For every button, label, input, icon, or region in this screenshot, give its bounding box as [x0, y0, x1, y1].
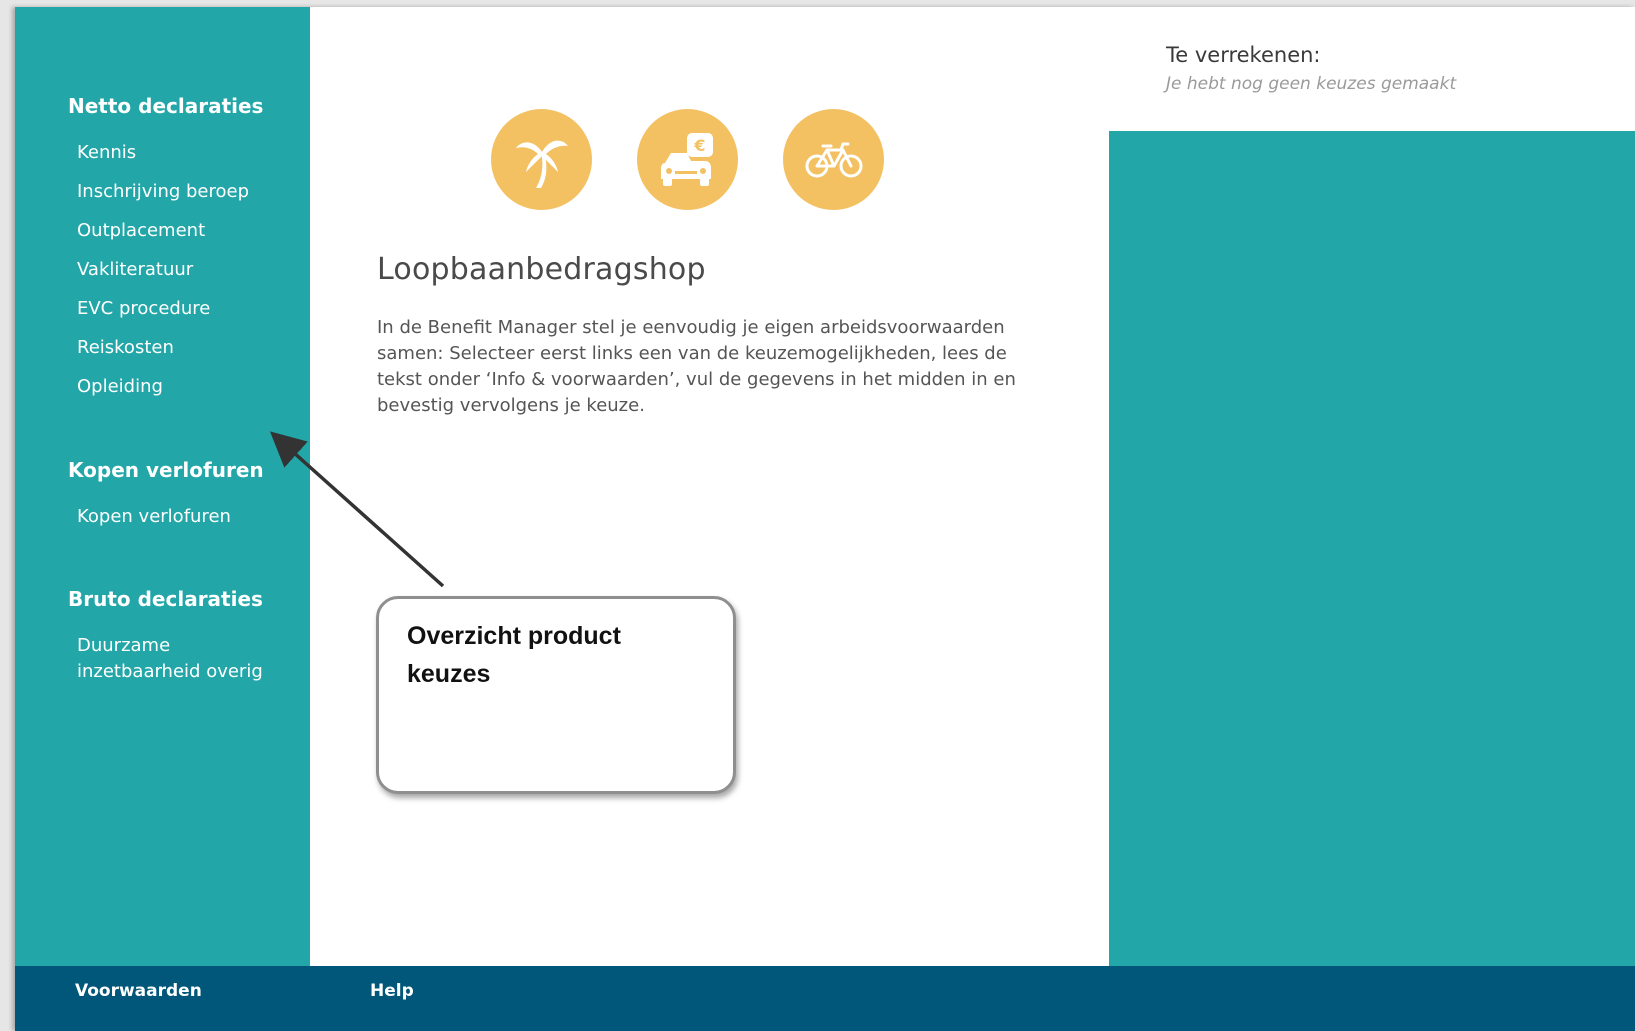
summary-title: Te verrekenen:	[1166, 43, 1321, 67]
sidebar-item-opleiding[interactable]: Opleiding	[77, 374, 163, 400]
summary-panel	[1109, 131, 1635, 966]
bicycle-svg	[805, 142, 862, 177]
footer: Voorwaarden Help	[15, 966, 1635, 1031]
sidebar-item-kennis[interactable]: Kennis	[77, 140, 136, 166]
sidebar-item-reiskosten[interactable]: Reiskosten	[77, 335, 174, 361]
summary-empty-text: Je hebt nog geen keuzes gemaakt	[1166, 74, 1457, 94]
sidebar-item-outplacement[interactable]: Outplacement	[77, 218, 205, 244]
callout-box: Overzicht product keuzes	[376, 596, 736, 794]
page-title: Loopbaanbedragshop	[377, 252, 706, 287]
section-title-kopen-verlofuren: Kopen verlofuren	[68, 458, 264, 482]
intro-text: In de Benefit Manager stel je eenvoudig …	[377, 317, 1016, 416]
callout-text: Overzicht product keuzes	[407, 622, 621, 688]
sidebar-item-vakliteratuur[interactable]: Vakliteratuur	[77, 257, 193, 283]
footer-link-voorwaarden[interactable]: Voorwaarden	[75, 981, 202, 1001]
sidebar-item-duurzame-inzetbaarheid-overig[interactable]: Duurzame inzetbaarheid overig	[77, 633, 277, 685]
app-frame: Netto declaraties Kennis Inschrijving be…	[15, 7, 1635, 1031]
sidebar: Netto declaraties Kennis Inschrijving be…	[15, 7, 310, 966]
main-content: € Loopbaanbedragshop In de Benefit Manag…	[310, 7, 1109, 966]
palm-tree-svg	[515, 140, 568, 188]
sidebar-item-kopen-verlofuren[interactable]: Kopen verlofuren	[77, 504, 231, 530]
palm-tree-icon[interactable]	[491, 109, 592, 210]
car-euro-svg: €	[660, 132, 713, 186]
section-title-netto-declaraties: Netto declaraties	[68, 94, 264, 118]
bicycle-icon[interactable]	[783, 109, 884, 210]
footer-link-help[interactable]: Help	[370, 981, 414, 1001]
sidebar-item-inschrijving-beroep[interactable]: Inschrijving beroep	[77, 179, 249, 205]
car-euro-icon[interactable]: €	[637, 109, 738, 210]
summary-header: Te verrekenen: Je hebt nog geen keuzes g…	[1109, 7, 1635, 131]
section-title-bruto-declaraties: Bruto declaraties	[68, 587, 263, 611]
svg-text:€: €	[693, 136, 705, 155]
sidebar-item-evc-procedure[interactable]: EVC procedure	[77, 296, 210, 322]
